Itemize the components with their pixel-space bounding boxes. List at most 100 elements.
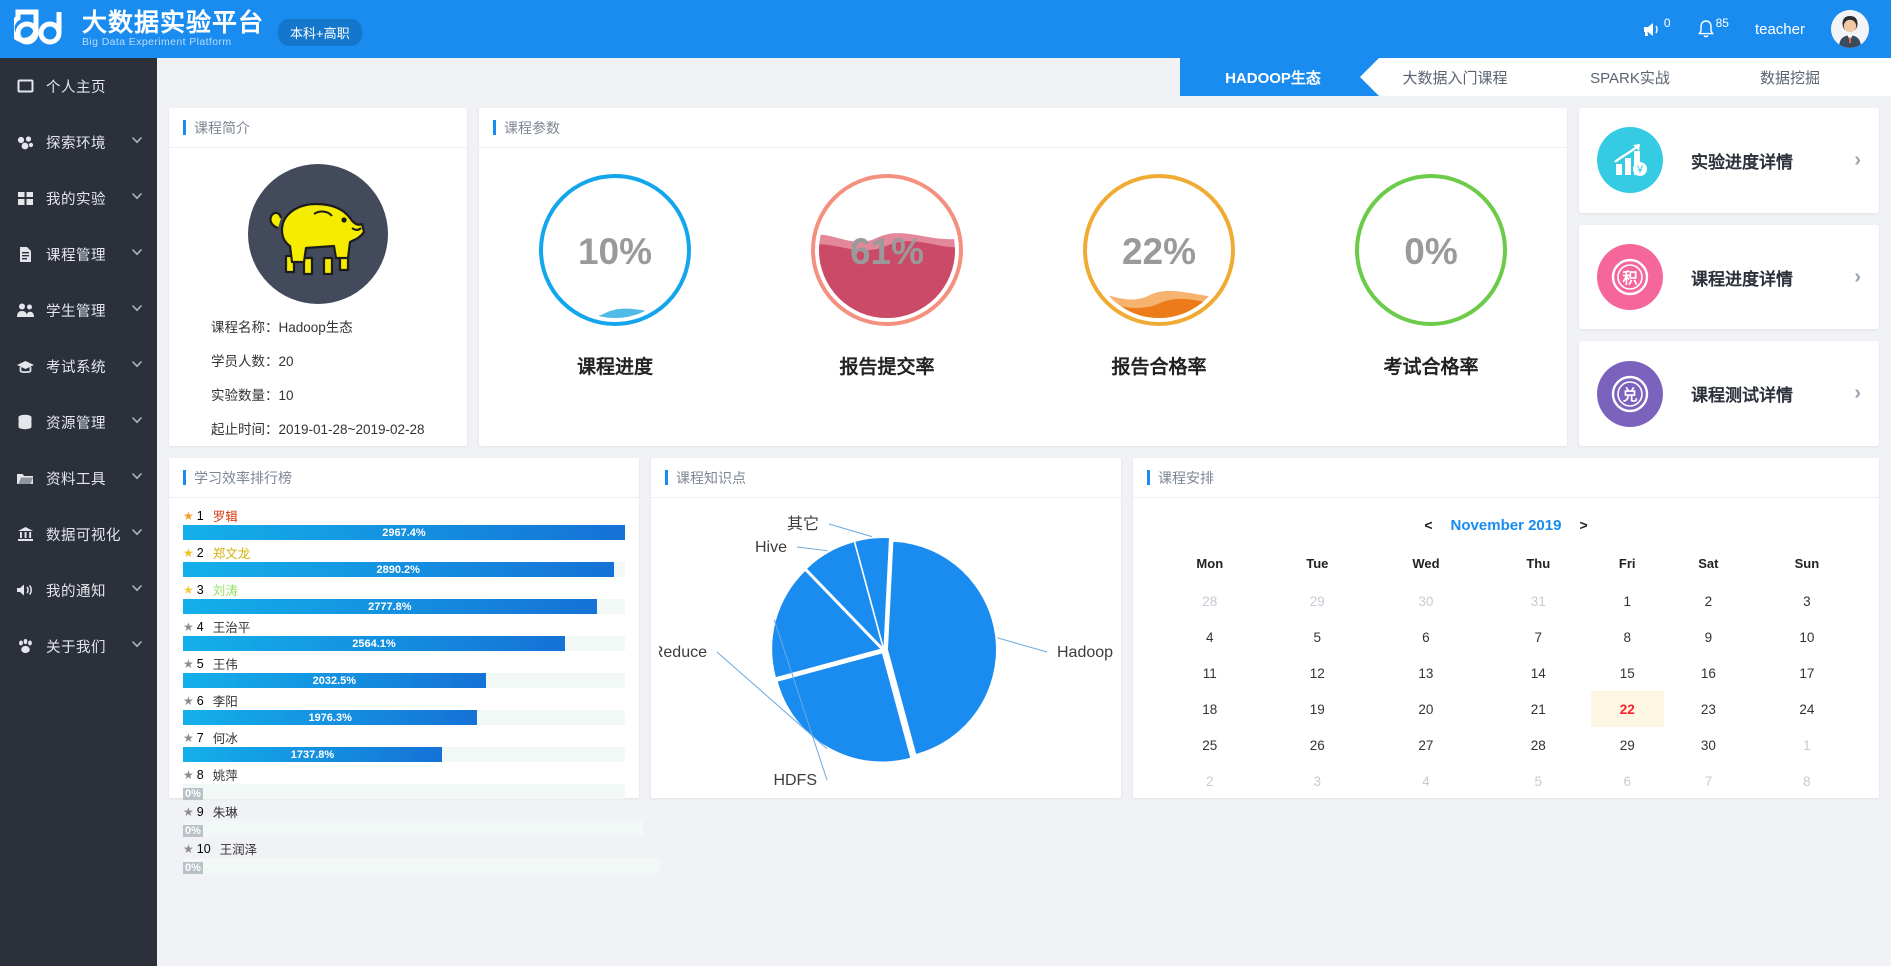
calendar-day[interactable]: 9 [1664,619,1753,655]
sidebar-item-5[interactable]: 学生管理 [0,282,157,338]
calendar-day[interactable]: 29 [1269,583,1366,619]
calendar-day[interactable]: 14 [1486,655,1591,691]
action-card-2[interactable]: 积 课程进度详情 › [1579,224,1879,330]
gauge-2: 61% 报告提交率 [803,166,971,379]
megaphone-button[interactable]: 0 [1641,16,1671,39]
star-icon: ★ [183,545,194,560]
sidebar-item-4[interactable]: 课程管理 [0,226,157,282]
sidebar-item-2[interactable]: 探索环境 [0,114,157,170]
ranking-value: 2777.8% [368,600,412,613]
sidebar-item-11[interactable]: 关于我们 [0,618,157,674]
chevron-down-icon[interactable] [131,358,143,374]
calendar-day[interactable]: 1 [1591,583,1664,619]
calendar-day[interactable]: 8 [1753,763,1861,799]
notification-button[interactable]: 85 [1697,16,1729,39]
calendar-day[interactable]: 4 [1366,763,1486,799]
document-icon [14,246,36,263]
exchange-icon: 兑 [1597,360,1663,427]
pie-slice[interactable] [887,541,996,754]
next-month-button[interactable]: > [1579,517,1587,533]
calendar-day[interactable]: 24 [1753,691,1861,727]
calendar-day[interactable]: 23 [1664,691,1753,727]
calendar-day[interactable]: 6 [1591,763,1664,799]
calendar-day[interactable]: 6 [1366,619,1486,655]
calendar-day[interactable]: 25 [1151,727,1269,763]
ranking-position: 9 [196,804,204,819]
calendar-week-row: 2345678 [1151,763,1861,799]
calendar-day[interactable]: 5 [1269,619,1366,655]
sidebar-item-7[interactable]: 资源管理 [0,394,157,450]
calendar-day[interactable]: 12 [1269,655,1366,691]
chevron-down-icon[interactable] [131,526,143,542]
calendar-day[interactable]: 28 [1151,583,1269,619]
calendar-day[interactable]: 17 [1753,655,1861,691]
chevron-down-icon[interactable] [131,302,143,318]
sidebar-item-6[interactable]: 考试系统 [0,338,157,394]
calendar-day[interactable]: 13 [1366,655,1486,691]
chevron-down-icon[interactable] [131,638,143,654]
calendar-day[interactable]: 26 [1269,727,1366,763]
bd-logo-icon[interactable] [9,8,70,50]
user-name[interactable]: teacher [1755,21,1805,38]
ranking-position: 3 [196,582,204,597]
sidebar-item-10[interactable]: 我的通知 [0,562,157,618]
experiment-count: 实验数量：10 [211,388,294,403]
calendar-day[interactable]: 19 [1269,691,1366,727]
calendar-day[interactable]: 2 [1664,583,1753,619]
calendar-day[interactable]: 8 [1591,619,1664,655]
chevron-down-icon[interactable] [131,470,143,486]
calendar-day[interactable]: 5 [1486,763,1591,799]
calendar-day[interactable]: 27 [1366,727,1486,763]
calendar-day[interactable]: 30 [1664,727,1753,763]
calendar-weekday: Mon [1196,556,1224,571]
chevron-down-icon[interactable] [131,190,143,206]
calendar-day[interactable]: 30 [1366,583,1486,619]
accent-bar [183,470,186,485]
calendar-day[interactable]: 7 [1664,763,1753,799]
calendar-day[interactable]: 16 [1664,655,1753,691]
sidebar-item-3[interactable]: 我的实验 [0,170,157,226]
ranking-bar-track: 0% [183,784,625,800]
sidebar-item-1[interactable]: 个人主页 [0,58,157,114]
star-icon: ★ [183,656,194,671]
calendar-day[interactable]: 3 [1753,583,1861,619]
calendar-day[interactable]: 10 [1753,619,1861,655]
calendar-day[interactable]: 18 [1151,691,1269,727]
ranking-row: ★ 4 王治平 2564.1% [183,617,625,651]
calendar-day[interactable]: 11 [1151,655,1269,691]
chevron-down-icon[interactable] [131,246,143,262]
avatar[interactable] [1831,10,1869,48]
calendar-day[interactable]: 15 [1591,655,1664,691]
chevron-right-icon[interactable]: › [1854,382,1861,405]
calendar-day[interactable]: 2 [1151,763,1269,799]
calendar-day[interactable]: 21 [1486,691,1591,727]
calendar-day[interactable]: 4 [1151,619,1269,655]
calendar-day[interactable]: 28 [1486,727,1591,763]
sidebar-item-9[interactable]: 数据可视化 [0,506,157,562]
ranking-bar-track: 0% [183,858,661,874]
tab-2[interactable]: 大数据入门课程 [1360,58,1550,96]
tab-4[interactable]: 数据挖掘 [1710,58,1870,96]
calendar-day[interactable]: 29 [1591,727,1664,763]
chevron-down-icon[interactable] [131,582,143,598]
calendar-day[interactable]: 1 [1753,727,1861,763]
action-card-3[interactable]: 兑 课程测试详情 › [1579,341,1879,447]
tab-3[interactable]: SPARK实战 [1550,58,1710,96]
calendar-day[interactable]: 31 [1486,583,1591,619]
card-title: 课程安排 [1158,469,1214,486]
calendar-day[interactable]: 7 [1486,619,1591,655]
prev-month-button[interactable]: < [1424,517,1432,533]
chevron-right-icon[interactable]: › [1854,266,1861,289]
chevron-down-icon[interactable] [131,134,143,150]
star-icon: ★ [183,582,194,597]
calendar-day[interactable]: 3 [1269,763,1366,799]
pie-slice-label: 其它 [786,515,818,533]
action-card-1[interactable]: ￥ 实验进度详情 › [1579,108,1879,213]
tab-1[interactable]: HADOOP生态 [1180,58,1379,96]
chevron-down-icon[interactable] [131,414,143,430]
calendar-day[interactable]: 20 [1366,691,1486,727]
chevron-right-icon[interactable]: › [1854,149,1861,172]
ranking-row: ★ 5 王伟 2032.5% [183,654,625,688]
sidebar-item-8[interactable]: 资料工具 [0,450,157,506]
calendar-day-today[interactable]: 22 [1590,691,1664,727]
